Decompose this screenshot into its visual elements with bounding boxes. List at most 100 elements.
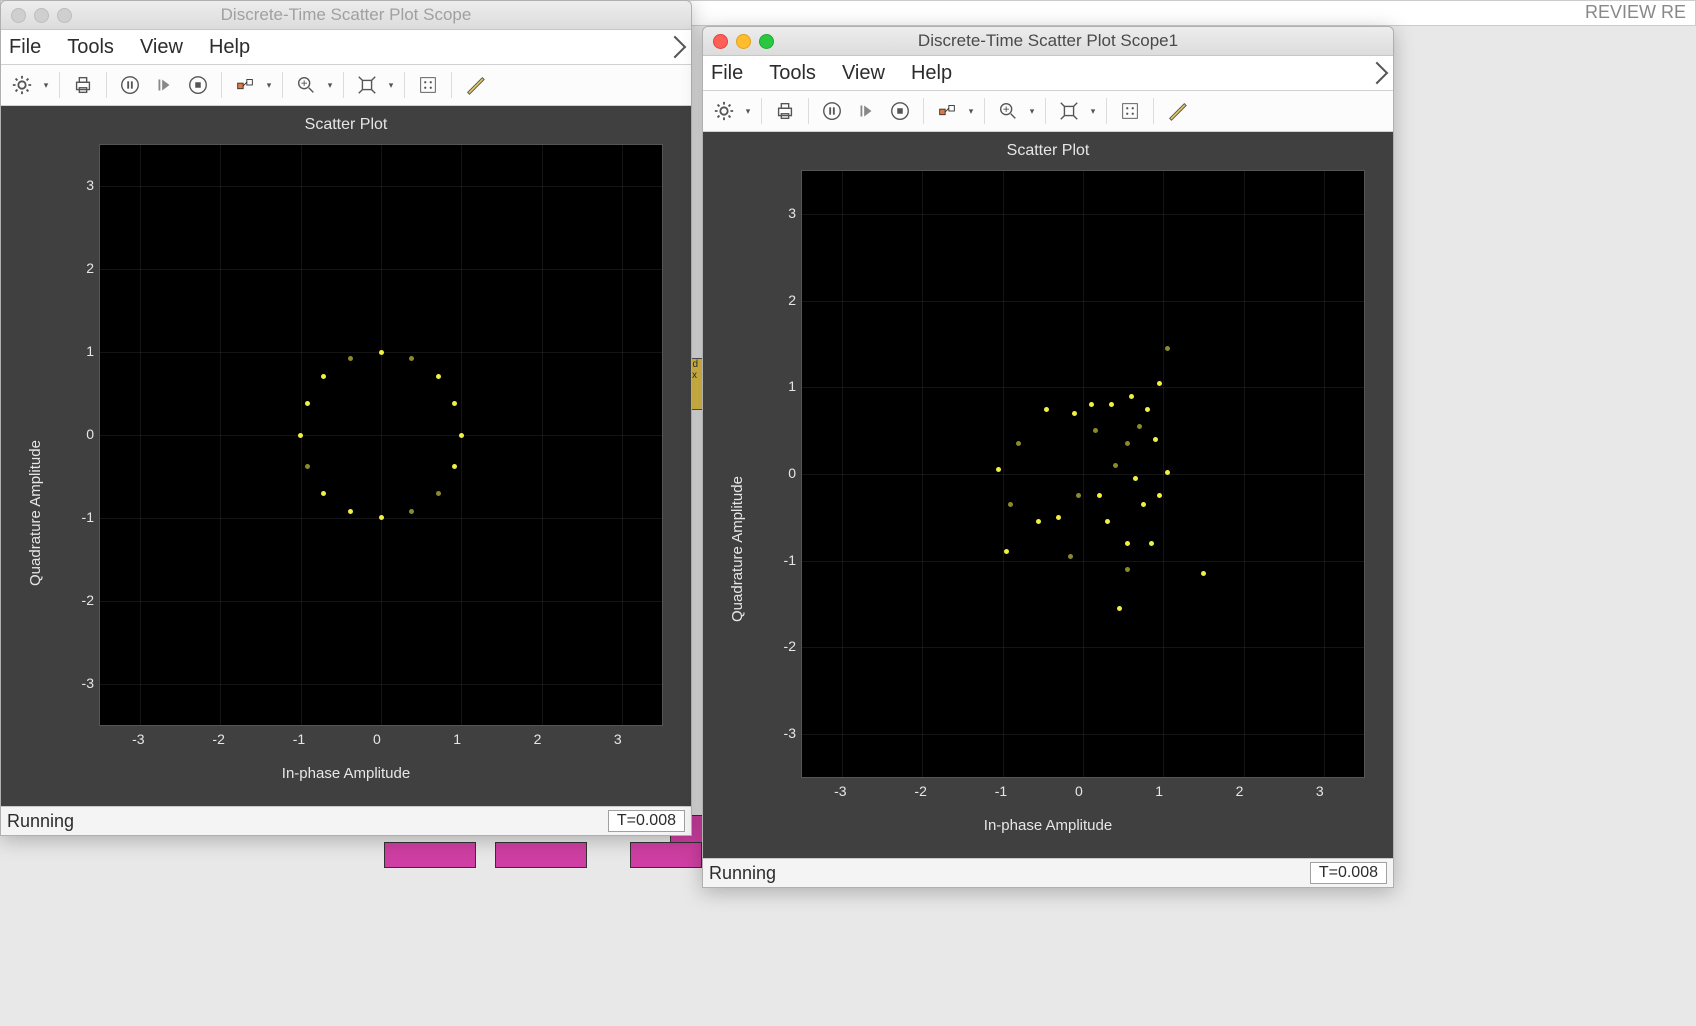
scatter-point [348, 509, 353, 514]
y-tick-label: -2 [768, 638, 796, 654]
pause-button[interactable] [115, 70, 145, 100]
scatter-point [1008, 502, 1013, 507]
status-text: Running [709, 863, 776, 884]
autoscale-icon [356, 74, 378, 96]
constellation-ref-button[interactable] [1115, 96, 1145, 126]
scatter-point [1157, 381, 1162, 386]
zoom-in-button[interactable] [993, 96, 1023, 126]
scatter-point [379, 515, 384, 520]
menu-help[interactable]: Help [911, 62, 952, 85]
bg-pink-block-2 [384, 842, 476, 868]
settings-button[interactable] [709, 96, 739, 126]
bg-review-text: REVIEW RE [1585, 2, 1686, 23]
highlight-button[interactable] [230, 70, 260, 100]
plot-title: Scatter Plot [1, 116, 691, 134]
menu-view[interactable]: View [140, 36, 183, 59]
close-icon[interactable] [11, 8, 26, 23]
scatter-point [1137, 424, 1142, 429]
scatter-point [1105, 519, 1110, 524]
window-title: Discrete-Time Scatter Plot Scope1 [703, 31, 1393, 51]
step-forward-icon [153, 74, 175, 96]
undock-icon[interactable] [664, 36, 687, 59]
scatter-point [305, 401, 310, 406]
gridline-y [802, 734, 1364, 735]
settings-dropdown[interactable]: ▾ [743, 106, 753, 117]
toolbar: ▾ ▾ ▾ ▾ [1, 65, 691, 106]
bg-pink-block-3 [495, 842, 587, 868]
toolbar: ▾ ▾ ▾ ▾ [703, 91, 1393, 132]
menu-tools[interactable]: Tools [769, 62, 816, 85]
menu-file[interactable]: File [9, 36, 41, 59]
y-tick-label: 3 [768, 205, 796, 221]
highlight-block-icon [936, 100, 958, 122]
status-bar: Running T=0.008 [1, 806, 691, 835]
minimize-icon[interactable] [34, 8, 49, 23]
settings-dropdown[interactable]: ▾ [41, 80, 51, 91]
gridline-y [100, 186, 662, 187]
stop-icon [187, 74, 209, 96]
step-button[interactable] [851, 96, 881, 126]
zoom-dropdown[interactable]: ▾ [1027, 106, 1037, 117]
x-tick-label: -1 [293, 731, 305, 747]
scatter-point [1117, 606, 1122, 611]
autoscale-button[interactable] [1054, 96, 1084, 126]
x-tick-label: 3 [1316, 783, 1324, 799]
minimize-icon[interactable] [736, 34, 751, 49]
scatter-point [436, 374, 441, 379]
scatter-point [409, 509, 414, 514]
highlight-dropdown[interactable]: ▾ [966, 106, 976, 117]
window-title: Discrete-Time Scatter Plot Scope [1, 5, 691, 25]
titlebar[interactable]: Discrete-Time Scatter Plot Scope1 [703, 27, 1393, 56]
zoom-dropdown[interactable]: ▾ [325, 80, 335, 91]
stop-button[interactable] [885, 96, 915, 126]
menu-tools[interactable]: Tools [67, 36, 114, 59]
ruler-icon [464, 74, 486, 96]
y-tick-label: 2 [66, 260, 94, 276]
scatter-point [452, 464, 457, 469]
x-tick-label: -3 [132, 731, 144, 747]
y-tick-label: -1 [768, 552, 796, 568]
undock-icon[interactable] [1366, 62, 1389, 85]
scatter-point [1109, 402, 1114, 407]
menu-help[interactable]: Help [209, 36, 250, 59]
scatter-point [379, 350, 384, 355]
gridline-y [100, 601, 662, 602]
settings-button[interactable] [7, 70, 37, 100]
highlight-button[interactable] [932, 96, 962, 126]
plot-axes[interactable]: -3-2-10123-3-2-10123 [99, 144, 663, 726]
titlebar[interactable]: Discrete-Time Scatter Plot Scope [1, 1, 691, 30]
step-forward-icon [855, 100, 877, 122]
zoom-in-button[interactable] [291, 70, 321, 100]
step-button[interactable] [149, 70, 179, 100]
zoom-in-icon [997, 100, 1019, 122]
highlight-block-icon [234, 74, 256, 96]
constellation-ref-button[interactable] [413, 70, 443, 100]
zoom-icon[interactable] [759, 34, 774, 49]
scatter-point [1201, 571, 1206, 576]
scatter-point [459, 433, 464, 438]
y-tick-label: 0 [66, 426, 94, 442]
close-icon[interactable] [713, 34, 728, 49]
zoom-icon[interactable] [57, 8, 72, 23]
print-button[interactable] [770, 96, 800, 126]
scatter-point [1004, 549, 1009, 554]
autoscale-dropdown[interactable]: ▾ [386, 80, 396, 91]
measure-button[interactable] [1162, 96, 1192, 126]
autoscale-dropdown[interactable]: ▾ [1088, 106, 1098, 117]
scatter-point [1145, 407, 1150, 412]
print-button[interactable] [68, 70, 98, 100]
pause-button[interactable] [817, 96, 847, 126]
scatter-point [1141, 502, 1146, 507]
measure-button[interactable] [460, 70, 490, 100]
stop-button[interactable] [183, 70, 213, 100]
scatter-point [1113, 463, 1118, 468]
menu-file[interactable]: File [711, 62, 743, 85]
menu-view[interactable]: View [842, 62, 885, 85]
autoscale-button[interactable] [352, 70, 382, 100]
plot-axes[interactable]: -3-2-10123-3-2-10123 [801, 170, 1365, 778]
constellation-icon [417, 74, 439, 96]
menubar: File Tools View Help [1, 30, 691, 65]
menubar: File Tools View Help [703, 56, 1393, 91]
highlight-dropdown[interactable]: ▾ [264, 80, 274, 91]
y-tick-label: 0 [768, 465, 796, 481]
